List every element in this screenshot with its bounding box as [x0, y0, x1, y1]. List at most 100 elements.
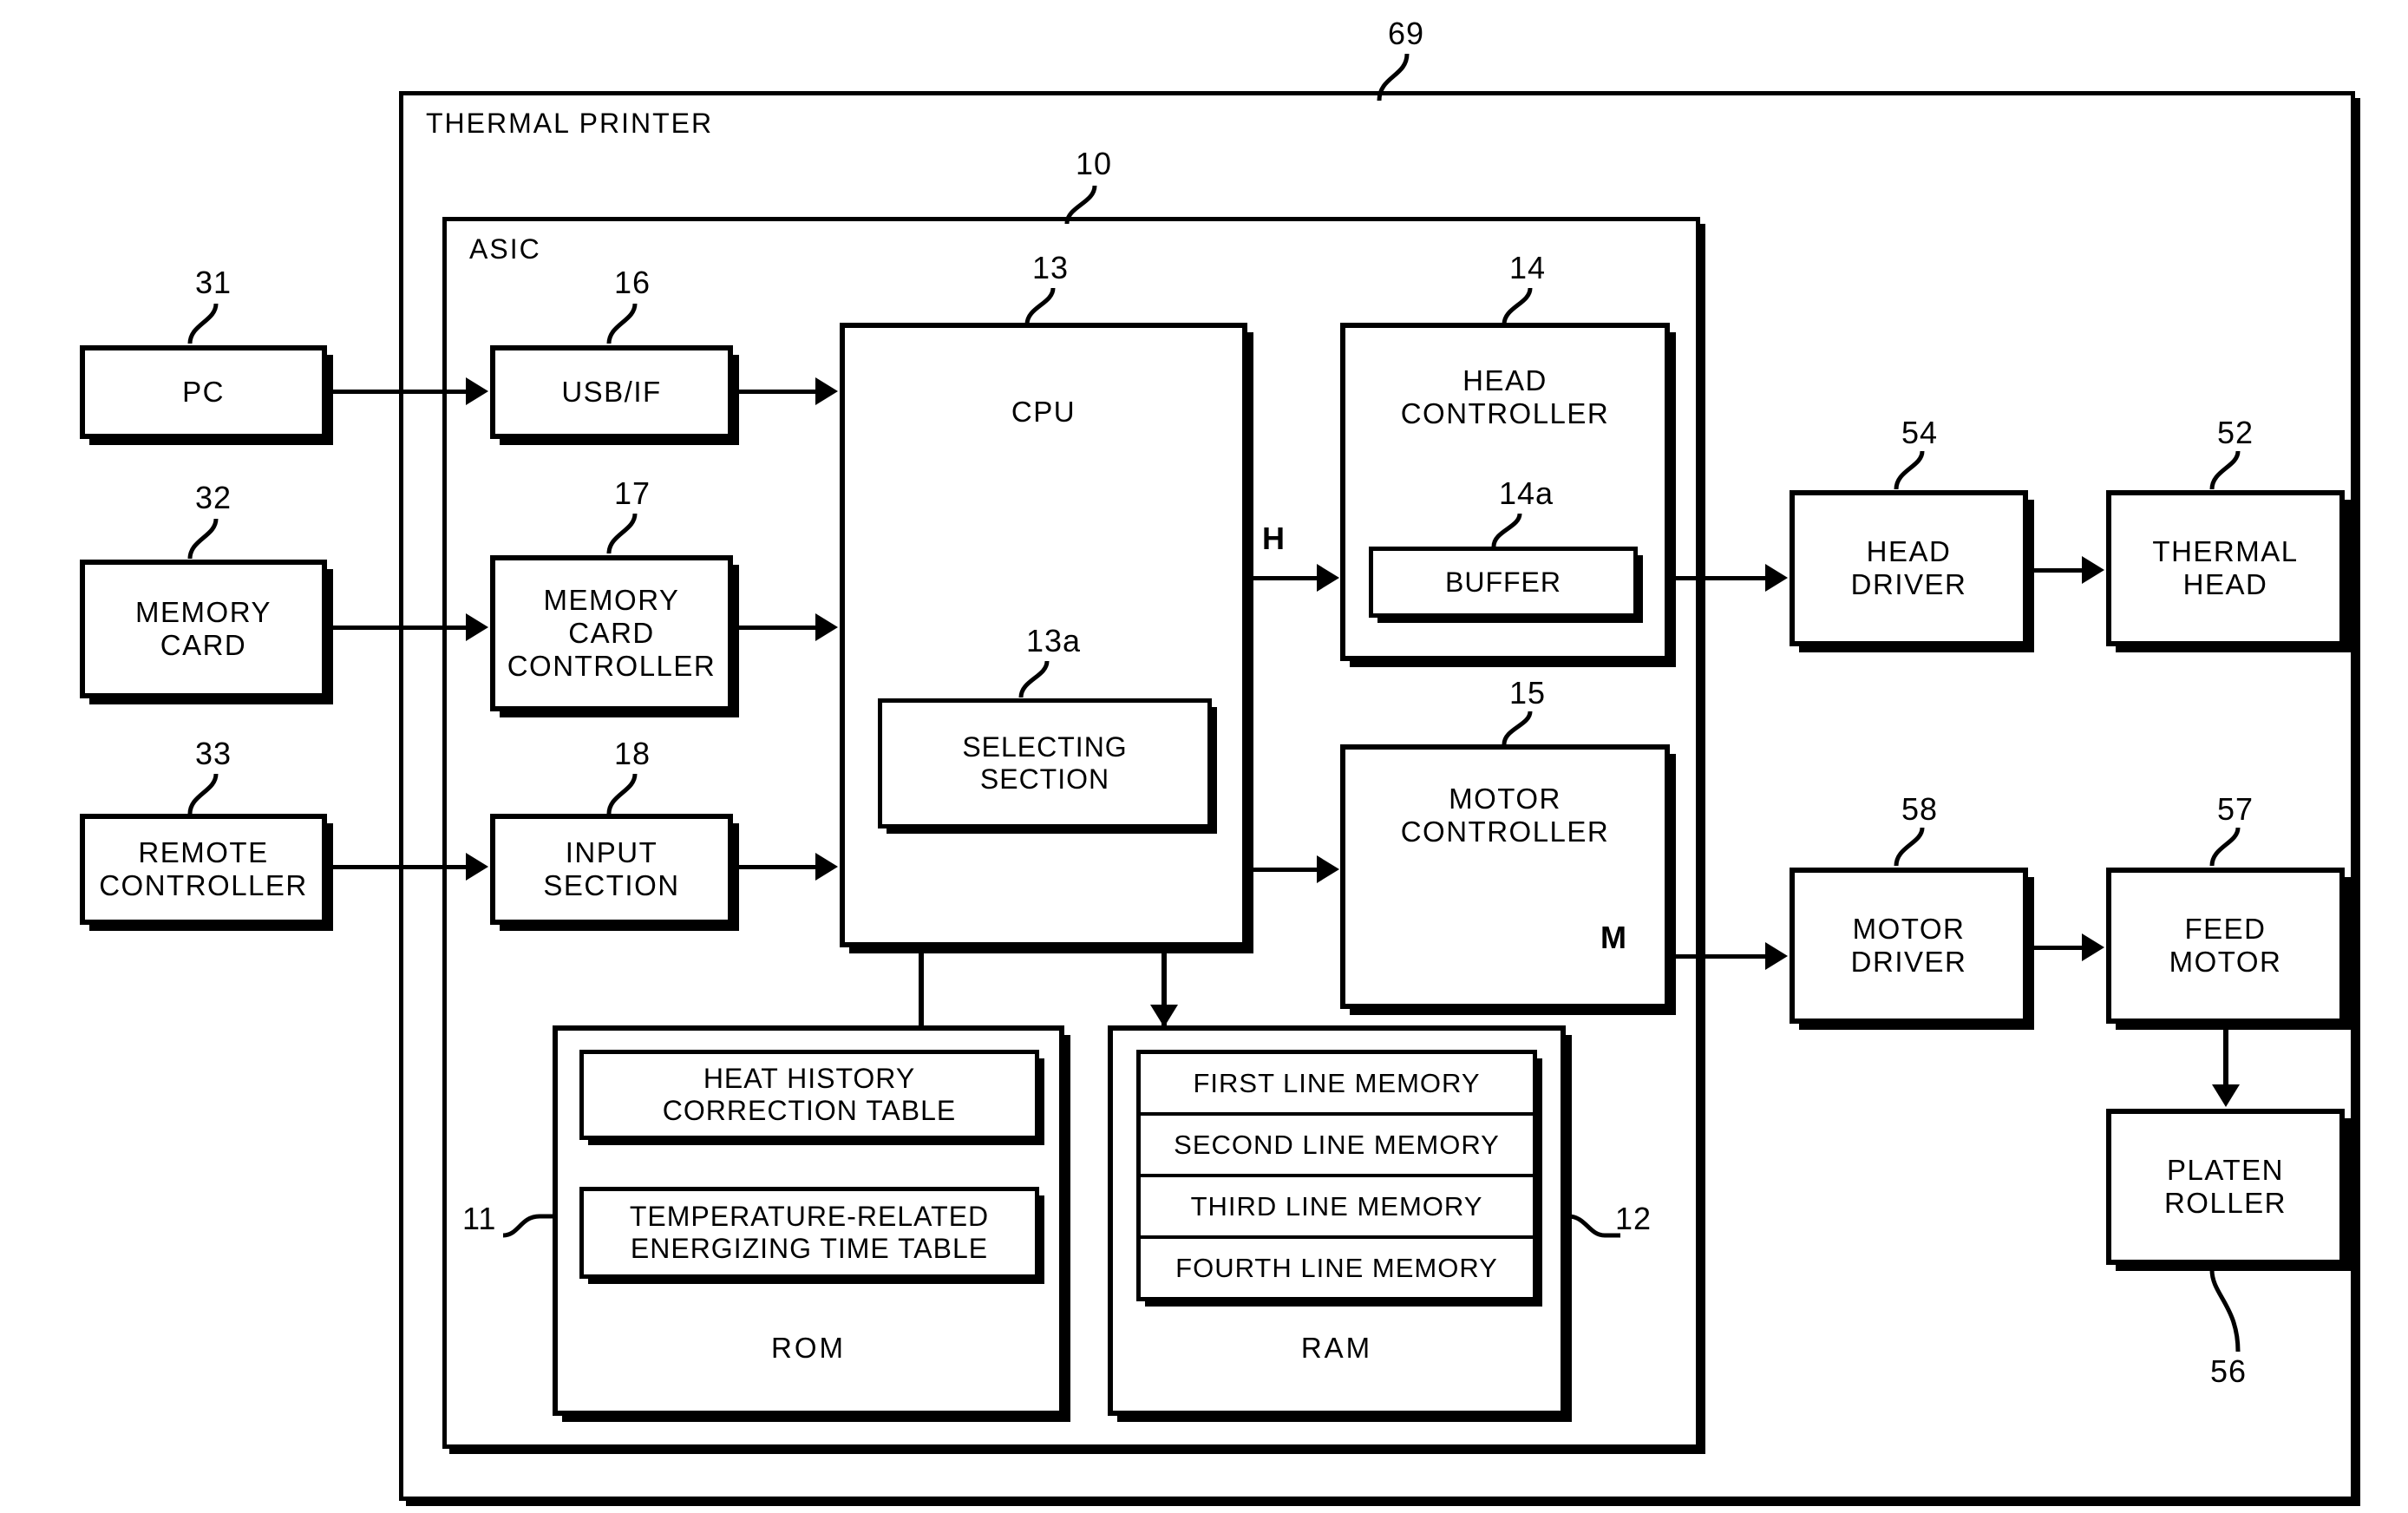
conn-memctrl-cpu — [733, 626, 815, 630]
list-item-first-line-memory[interactable]: FIRST LINE MEMORY — [1141, 1054, 1533, 1116]
leader-12 — [1567, 1214, 1620, 1238]
block-memory-card-label: MEMORY CARD — [135, 595, 272, 661]
figure-canvas: THERMAL PRINTER 69 ASIC 10 PC 31 MEMORY … — [0, 0, 2408, 1513]
ref-31: 31 — [195, 265, 232, 300]
arrow-ram-selecting-down — [1150, 1005, 1178, 1027]
list-item-second-line-memory[interactable]: SECOND LINE MEMORY — [1141, 1116, 1533, 1177]
leader-32 — [187, 518, 219, 560]
signal-m: M — [1600, 920, 1626, 955]
block-motor-driver[interactable]: MOTOR DRIVER — [1790, 868, 2028, 1024]
block-memory-card-controller-label: MEMORY CARD CONTROLLER — [507, 583, 717, 683]
conn-memcard-ctrl — [327, 626, 466, 630]
ref-17: 17 — [614, 475, 651, 511]
ref-18: 18 — [614, 736, 651, 771]
leader-14a — [1491, 513, 1522, 547]
leader-17 — [606, 513, 638, 554]
ram-label: RAM — [1300, 1332, 1373, 1364]
leader-31 — [187, 303, 219, 344]
arrow-remote-input — [466, 853, 488, 881]
block-temperature-energizing-time-table[interactable]: TEMPERATURE-RELATED ENERGIZING TIME TABL… — [579, 1187, 1039, 1279]
leader-33 — [187, 773, 219, 815]
arrow-headdriver-thermalhead — [2082, 556, 2104, 584]
heat-history-correction-table-label: HEAT HISTORY CORRECTION TABLE — [662, 1063, 957, 1126]
block-selecting-section[interactable]: SELECTING SECTION — [878, 698, 1212, 829]
leader-52 — [2209, 450, 2241, 490]
block-feed-motor[interactable]: FEED MOTOR — [2106, 868, 2345, 1024]
block-remote-controller-label: REMOTE CONTROLLER — [99, 835, 308, 901]
ref-69: 69 — [1388, 16, 1425, 51]
leader-56 — [2209, 1269, 2241, 1353]
conn-cpu-motorcontroller — [1247, 868, 1317, 872]
block-motor-controller-label: MOTOR CONTROLLER — [1400, 783, 1610, 848]
block-motor-driver-label: MOTOR DRIVER — [1850, 912, 1967, 978]
ref-15: 15 — [1509, 675, 1547, 711]
block-selecting-section-label: SELECTING SECTION — [962, 731, 1128, 795]
conn-cpu-headcontroller — [1247, 576, 1317, 580]
arrow-motordriver-feedmotor — [2082, 933, 2104, 961]
conn-headdriver-thermalhead — [2028, 568, 2082, 573]
leader-13 — [1024, 287, 1056, 325]
conn-remote-input — [327, 865, 466, 869]
ref-13: 13 — [1032, 250, 1070, 285]
block-head-driver-label: HEAD DRIVER — [1850, 534, 1967, 600]
list-item-third-line-memory[interactable]: THIRD LINE MEMORY — [1141, 1177, 1533, 1239]
block-platen-roller[interactable]: PLATEN ROLLER — [2106, 1109, 2345, 1265]
ref-11: 11 — [462, 1201, 497, 1236]
block-buffer[interactable]: BUFFER — [1369, 547, 1638, 618]
asic-title: ASIC — [469, 233, 541, 265]
arrow-feedmotor-platen — [2212, 1084, 2240, 1107]
block-platen-roller-label: PLATEN ROLLER — [2163, 1153, 2287, 1219]
conn-feedmotor-platen — [2223, 1024, 2228, 1086]
block-memory-card-controller[interactable]: MEMORY CARD CONTROLLER — [490, 555, 733, 711]
ref-33: 33 — [195, 736, 232, 771]
ref-57: 57 — [2217, 791, 2254, 827]
leader-57 — [2209, 827, 2241, 867]
arrow-pc-usb — [466, 377, 488, 405]
leader-14 — [1502, 287, 1533, 325]
conn-headcontroller-headdriver — [1670, 576, 1765, 580]
arrow-motorcontroller-motordriver — [1765, 942, 1788, 970]
ref-54: 54 — [1901, 415, 1939, 450]
conn-usb-cpu — [733, 390, 815, 394]
signal-h: H — [1262, 521, 1285, 556]
conn-motorcontroller-motordriver — [1670, 954, 1765, 959]
list-item-fourth-line-memory[interactable]: FOURTH LINE MEMORY — [1141, 1239, 1533, 1297]
block-motor-controller[interactable]: MOTOR CONTROLLER — [1340, 744, 1670, 1009]
rom-label: ROM — [771, 1332, 846, 1364]
block-heat-history-correction-table[interactable]: HEAT HISTORY CORRECTION TABLE — [579, 1050, 1039, 1140]
leader-13a — [1018, 660, 1050, 698]
block-remote-controller[interactable]: REMOTE CONTROLLER — [80, 814, 327, 925]
ref-14: 14 — [1509, 250, 1547, 285]
block-feed-motor-label: FEED MOTOR — [2169, 912, 2282, 978]
arrow-input-cpu — [815, 853, 838, 881]
conn-input-cpu — [733, 865, 815, 869]
block-head-driver[interactable]: HEAD DRIVER — [1790, 490, 2028, 646]
ref-52: 52 — [2217, 415, 2254, 450]
arrow-cpu-motorcontroller — [1317, 855, 1339, 883]
block-pc[interactable]: PC — [80, 345, 327, 439]
leader-18 — [606, 773, 638, 815]
conn-pc-usb — [327, 390, 466, 394]
conn-motordriver-feedmotor — [2028, 946, 2082, 950]
arrow-memcard-ctrl — [466, 613, 488, 641]
arrow-headcontroller-headdriver — [1765, 564, 1788, 592]
block-usb-if[interactable]: USB/IF — [490, 345, 733, 439]
ref-14a: 14a — [1499, 475, 1554, 511]
block-input-section-label: INPUT SECTION — [543, 835, 680, 901]
leader-54 — [1894, 450, 1925, 490]
block-cpu-label: CPU — [1011, 396, 1076, 428]
leader-15 — [1502, 711, 1533, 745]
leader-69 — [1377, 53, 1410, 102]
ref-58: 58 — [1901, 791, 1939, 827]
block-thermal-head[interactable]: THERMAL HEAD — [2106, 490, 2345, 646]
block-head-controller-label: HEAD CONTROLLER — [1400, 364, 1610, 430]
block-input-section[interactable]: INPUT SECTION — [490, 814, 733, 925]
block-memory-card[interactable]: MEMORY CARD — [80, 560, 327, 698]
ref-10: 10 — [1076, 146, 1113, 181]
ref-13a: 13a — [1026, 623, 1082, 658]
block-pc-label: PC — [182, 375, 225, 408]
arrow-memctrl-cpu — [815, 613, 838, 641]
leader-16 — [606, 303, 638, 344]
ram-line-memory-list: FIRST LINE MEMORY SECOND LINE MEMORY THI… — [1136, 1050, 1537, 1301]
ref-32: 32 — [195, 480, 232, 515]
